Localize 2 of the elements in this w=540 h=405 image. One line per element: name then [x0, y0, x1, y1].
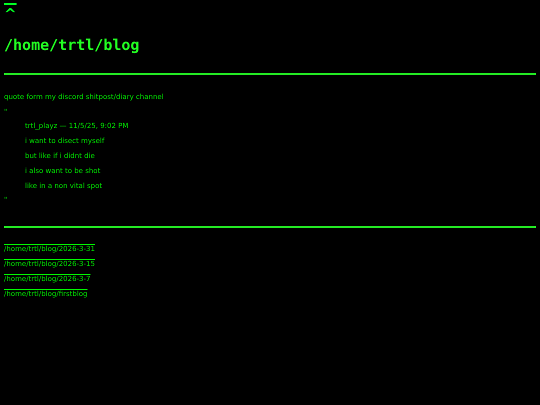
page-title: /home/trtl/blog	[4, 36, 140, 54]
back-link[interactable]: ^	[4, 6, 17, 22]
